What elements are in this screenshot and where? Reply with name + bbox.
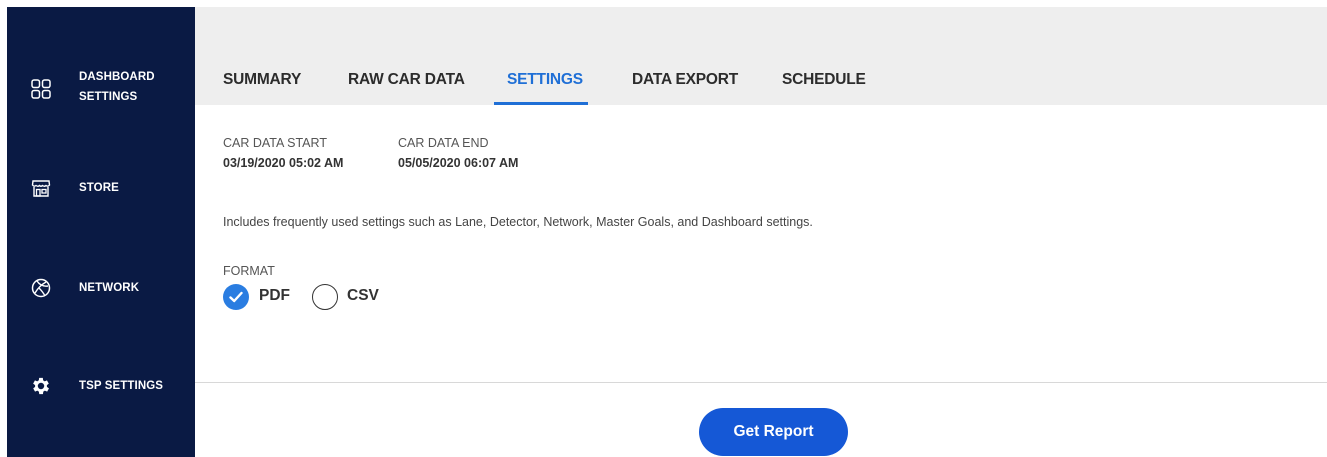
sidebar-item-network[interactable]: NETWORK <box>7 277 195 299</box>
sidebar-item-label: STORE <box>79 182 119 194</box>
pdf-radio[interactable] <box>223 284 249 310</box>
tab-summary[interactable]: SUMMARY <box>223 71 301 89</box>
network-icon <box>30 277 52 299</box>
tab-bar: SUMMARY RAW CAR DATA SETTINGS DATA EXPOR… <box>195 7 1327 105</box>
car-data-end-value: 05/05/2020 06:07 AM <box>398 156 519 170</box>
sidebar-item-tsp-settings[interactable]: TSP SETTINGS <box>7 375 195 397</box>
tab-schedule[interactable]: SCHEDULE <box>782 71 866 89</box>
active-tab-indicator <box>494 102 588 105</box>
sidebar-item-dashboard-settings[interactable]: DASHBOARD SETTINGS <box>7 67 195 111</box>
gear-icon <box>30 375 52 397</box>
grid-icon <box>30 78 52 100</box>
csv-option-label[interactable]: CSV <box>347 287 379 305</box>
check-icon <box>229 291 243 303</box>
store-icon <box>30 177 52 199</box>
pdf-option-label[interactable]: PDF <box>259 287 290 305</box>
sidebar-item-label: NETWORK <box>79 282 140 294</box>
csv-radio[interactable] <box>312 284 338 310</box>
tab-raw-car-data[interactable]: RAW CAR DATA <box>348 71 465 89</box>
divider <box>195 382 1327 383</box>
car-data-start-value: 03/19/2020 05:02 AM <box>223 156 344 170</box>
get-report-button[interactable]: Get Report <box>699 408 848 456</box>
sidebar-item-store[interactable]: STORE <box>7 177 195 199</box>
settings-description: Includes frequently used settings such a… <box>223 215 813 229</box>
sidebar-item-label: DASHBOARD <box>79 71 155 83</box>
format-label: FORMAT <box>223 264 275 278</box>
sidebar-item-label: SETTINGS <box>79 91 138 103</box>
page: DASHBOARD SETTINGS STORE NETWORK TSP SET… <box>0 0 1327 457</box>
car-data-end-label: CAR DATA END <box>398 136 489 150</box>
tab-data-export[interactable]: DATA EXPORT <box>632 71 738 89</box>
car-data-start-label: CAR DATA START <box>223 136 327 150</box>
sidebar-item-label: TSP SETTINGS <box>79 380 164 392</box>
tab-settings[interactable]: SETTINGS <box>507 71 583 89</box>
sidebar: DASHBOARD SETTINGS STORE NETWORK TSP SET… <box>7 7 195 457</box>
